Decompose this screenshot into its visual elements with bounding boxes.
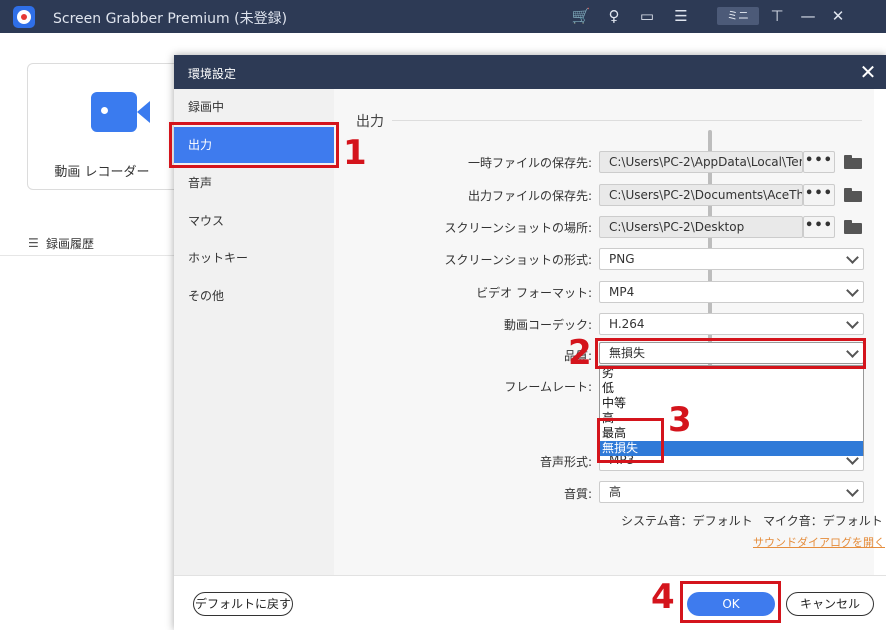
chevron-down-icon [846,316,859,329]
video-recorder-label: 動画 レコーダー [54,165,150,180]
annotation-number-1: 1 [343,133,367,173]
section-title: 出力 [356,114,384,130]
temp-folder-open-icon[interactable] [844,155,862,169]
minimize-icon[interactable]: — [797,5,819,27]
video-codec-select[interactable]: H.264 [599,313,864,335]
menu-icon[interactable]: ☰ [670,5,692,27]
annotation-box-4 [680,581,781,623]
video-camera-icon [91,92,151,132]
recording-history-link[interactable]: ☰ 録画履歴 [0,228,180,256]
screenshot-folder-label: スクリーンショットの場所: [444,221,592,235]
output-folder-browse-button[interactable]: ••• [803,184,835,206]
mini-mode-button[interactable]: ミニ [717,7,759,25]
annotation-box-2 [595,338,866,369]
cart-icon[interactable]: 🛒 [570,5,592,27]
section-divider [392,120,862,121]
system-audio-info: システム音：デフォルト [621,514,753,528]
chat-icon[interactable]: ▭ [636,5,658,27]
video-codec-value: H.264 [609,317,645,331]
output-folder-label: 出力ファイルの保存先: [467,189,592,203]
quality-label: 品質: [563,349,592,363]
video-format-label: ビデオ フォーマット: [476,286,592,300]
app-title: Screen Grabber Premium (未登録) [53,11,288,27]
dialog-close-icon[interactable]: ✕ [857,61,879,83]
recording-history-label: 録画履歴 [46,237,95,251]
app-titlebar: Screen Grabber Premium (未登録) 🛒 ♀ ▭ ☰ ミニ … [0,0,886,33]
annotation-box-1 [169,122,339,168]
screenshot-format-select[interactable]: PNG [599,248,864,270]
chevron-down-icon [846,251,859,264]
sidebar-item-audio[interactable]: 音声 [174,165,334,201]
open-sound-dialog-link[interactable]: サウンドダイアログを開く [753,534,885,550]
list-icon: ☰ [28,236,39,250]
video-codec-label: 動画コーデック: [503,318,592,332]
annotation-number-4: 4 [651,577,675,617]
frame-rate-label: フレームレート: [504,380,592,394]
screenshot-format-label: スクリーンショットの形式: [444,253,592,267]
video-format-select[interactable]: MP4 [599,281,864,303]
quality-option-low[interactable]: 低 [600,381,863,396]
annotation-number-2: 2 [568,333,592,373]
screenshot-folder-browse-button[interactable]: ••• [803,216,835,238]
video-recorder-card[interactable]: 動画 レコーダー [27,63,187,190]
sidebar-item-other[interactable]: その他 [174,278,334,314]
mic-audio-info: マイク音：デフォルト [763,514,883,528]
audio-quality-value: 高 [609,485,622,499]
output-folder-open-icon[interactable] [844,188,862,202]
quality-option-medium[interactable]: 中等 [600,396,863,411]
audio-format-label: 音声形式: [539,455,592,469]
annotation-number-3: 3 [668,400,692,440]
pin-icon[interactable]: ⊤ [766,5,788,27]
screenshot-format-value: PNG [609,252,635,266]
temp-folder-browse-button[interactable]: ••• [803,151,835,173]
screenshot-folder-open-icon[interactable] [844,220,862,234]
dialog-titlebar: 環境設定 ✕ [174,55,886,89]
key-icon[interactable]: ♀ [603,5,625,27]
cancel-button[interactable]: キャンセル [786,592,874,616]
reset-default-button[interactable]: デフォルトに戻す [193,592,293,616]
close-icon[interactable]: ✕ [827,5,849,27]
video-format-value: MP4 [609,285,635,299]
audio-quality-label: 音質: [563,487,592,501]
sidebar-item-mouse[interactable]: マウス [174,203,334,239]
screenshot-folder-field[interactable]: C:\Users\PC-2\Desktop [599,216,803,238]
temp-folder-label: 一時ファイルの保存先: [467,156,592,170]
sidebar-item-hotkey[interactable]: ホットキー [174,240,334,276]
chevron-down-icon [846,284,859,297]
dialog-title: 環境設定 [188,67,237,81]
app-logo-icon [13,6,35,28]
audio-quality-select[interactable]: 高 [599,481,864,503]
sidebar-item-recording[interactable]: 録画中 [174,89,334,125]
chevron-down-icon [846,484,859,497]
output-folder-field[interactable]: C:\Users\PC-2\Documents\AceThir [599,184,803,206]
temp-folder-field[interactable]: C:\Users\PC-2\AppData\Local\Tem [599,151,803,173]
annotation-box-3 [597,418,664,463]
